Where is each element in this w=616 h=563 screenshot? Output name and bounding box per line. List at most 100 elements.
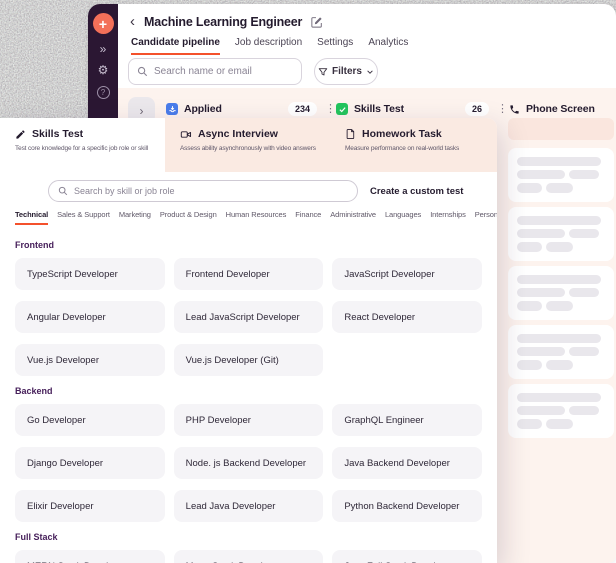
settings-button[interactable]: ⚙	[98, 64, 109, 76]
page-title: Machine Learning Engineer	[144, 15, 303, 29]
search-placeholder: Search by skill or job role	[74, 186, 175, 196]
category-tab-internships[interactable]: Internships	[430, 210, 466, 225]
column-header-skills-test: Skills Test 26 ⋮	[336, 99, 508, 119]
phone-column-cards	[508, 148, 614, 438]
test-card-lead-javascript-developer[interactable]: Lead JavaScript Developer	[173, 301, 324, 333]
skeleton-row	[517, 288, 605, 297]
candidate-card-skeleton	[508, 384, 614, 438]
column-menu-button[interactable]: ⋮	[497, 103, 508, 115]
category-tab-technical[interactable]: Technical	[15, 210, 48, 225]
check-icon	[336, 103, 348, 115]
skeleton-bar	[517, 170, 565, 179]
test-card-javascript-developer[interactable]: JavaScript Developer	[332, 258, 482, 290]
skeleton-bar	[569, 170, 599, 179]
test-card-frontend-developer[interactable]: Frontend Developer	[173, 258, 324, 290]
section-title: Frontend	[15, 240, 54, 250]
create-custom-test-link[interactable]: Create a custom test	[370, 186, 463, 197]
tab-settings[interactable]: Settings	[317, 37, 353, 55]
filters-button[interactable]: Filters	[314, 58, 378, 85]
test-picker-panel: Skills Test Test core knowledge for a sp…	[0, 118, 497, 563]
skeleton-row	[517, 170, 605, 179]
test-card-lead-java-developer[interactable]: Lead Java Developer	[173, 490, 324, 522]
test-card-vue-js-developer[interactable]: Vue.js Developer	[15, 344, 165, 376]
category-tab-languages[interactable]: Languages	[385, 210, 421, 225]
test-card-elixir-developer[interactable]: Elixir Developer	[15, 490, 165, 522]
test-card-java-full-stack-developer[interactable]: Java Full Stack Developer	[332, 550, 482, 563]
test-card-graphql-engineer[interactable]: GraphQL Engineer	[332, 404, 482, 436]
category-tab-finance[interactable]: Finance	[295, 210, 321, 225]
test-card-grid: MERN Stack Developer Mean Stack Developer…	[15, 550, 482, 563]
skeleton-bar	[546, 183, 573, 193]
test-type-skills-test[interactable]: Skills Test Test core knowledge for a sp…	[0, 118, 165, 172]
double-chevron-icon: »	[99, 42, 107, 56]
test-sections: Frontend TypeScript Developer Frontend Dev…	[15, 230, 482, 563]
column-header-applied: Applied 234 ⋮	[166, 99, 336, 119]
search-placeholder: Search name or email	[154, 66, 252, 77]
skeleton-bar	[546, 419, 573, 429]
test-type-description: Test core knowledge for a specific job r…	[15, 145, 149, 152]
test-card-java-backend-developer[interactable]: Java Backend Developer	[332, 447, 482, 479]
skeleton-row	[517, 419, 605, 429]
tab-analytics[interactable]: Analytics	[368, 37, 408, 55]
category-tab-administrative[interactable]: Administrative	[330, 210, 376, 225]
test-type-title: Async Interview	[198, 128, 278, 140]
gear-icon: ⚙	[97, 63, 109, 77]
edit-title-button[interactable]	[311, 16, 323, 28]
test-card-grid: Go Developer PHP Developer GraphQL Enginee…	[15, 404, 482, 522]
category-tab-personality[interactable]: Personality	[475, 210, 497, 225]
plus-icon: +	[98, 15, 108, 32]
back-button[interactable]: ‹	[130, 14, 135, 29]
category-tab-marketing[interactable]: Marketing	[119, 210, 151, 225]
add-button[interactable]: +	[92, 13, 114, 34]
test-card-mern-stack-developer[interactable]: MERN Stack Developer	[15, 550, 165, 563]
video-icon	[180, 130, 192, 138]
candidate-search-input[interactable]: Search name or email	[128, 58, 302, 85]
column-name: Applied	[184, 103, 222, 115]
test-card-python-backend-developer[interactable]: Python Backend Developer	[332, 490, 482, 522]
search-icon	[137, 66, 148, 77]
test-card-node-js-backend-developer[interactable]: Node. js Backend Developer	[173, 447, 324, 479]
category-tab-product-design[interactable]: Product & Design	[160, 210, 217, 225]
skeleton-bar	[569, 229, 599, 238]
test-type-async-interview[interactable]: Async Interview Assess ability asynchron…	[165, 118, 330, 172]
category-tab-sales-support[interactable]: Sales & Support	[57, 210, 110, 225]
test-card-go-developer[interactable]: Go Developer	[15, 404, 165, 436]
skeleton-bar	[517, 406, 565, 415]
test-card-php-developer[interactable]: PHP Developer	[173, 404, 324, 436]
skeleton-bar	[517, 242, 542, 252]
help-button[interactable]: ?	[96, 86, 110, 99]
expand-sidebar-button[interactable]: »	[100, 43, 107, 55]
document-icon	[346, 129, 355, 139]
candidate-card-skeleton	[508, 325, 614, 379]
column-name: Skills Test	[354, 103, 405, 115]
column-menu-button[interactable]: ⋮	[325, 103, 336, 115]
column-header-phone-screen: Phone Screen	[509, 99, 614, 119]
test-card-django-developer[interactable]: Django Developer	[15, 447, 165, 479]
test-type-tiles: Skills Test Test core knowledge for a sp…	[0, 118, 497, 172]
candidate-card-skeleton	[508, 148, 614, 202]
skeleton-bar	[517, 334, 601, 343]
test-card-vue-js-developer-git[interactable]: Vue.js Developer (Git)	[173, 344, 324, 376]
test-type-description: Measure performance on real-world tasks	[345, 145, 460, 152]
skeleton-bar	[569, 288, 599, 297]
tab-candidate-pipeline[interactable]: Candidate pipeline	[131, 37, 220, 55]
skeleton-bar	[569, 406, 599, 415]
skeleton-bar	[517, 275, 601, 284]
test-type-homework-task[interactable]: Homework Task Measure performance on rea…	[330, 118, 497, 172]
test-card-angular-developer[interactable]: Angular Developer	[15, 301, 165, 333]
test-section-frontend: Frontend TypeScript Developer Frontend Dev…	[15, 240, 482, 376]
skeleton-bar	[517, 393, 601, 402]
category-tab-human-resources[interactable]: Human Resources	[226, 210, 287, 225]
tab-job-description[interactable]: Job description	[235, 37, 302, 55]
test-type-title: Skills Test	[32, 128, 84, 140]
question-icon: ?	[100, 88, 106, 97]
test-card-mean-stack-developer[interactable]: Mean Stack Developer	[173, 550, 324, 563]
candidate-card-skeleton	[508, 266, 614, 320]
skeleton-bar	[517, 419, 542, 429]
funnel-icon	[318, 67, 328, 75]
test-card-typescript-developer[interactable]: TypeScript Developer	[15, 258, 165, 290]
phone-icon	[510, 104, 519, 114]
test-search-input[interactable]: Search by skill or job role	[48, 180, 358, 202]
skeleton-row	[517, 183, 605, 193]
test-card-react-developer[interactable]: React Developer	[332, 301, 482, 333]
